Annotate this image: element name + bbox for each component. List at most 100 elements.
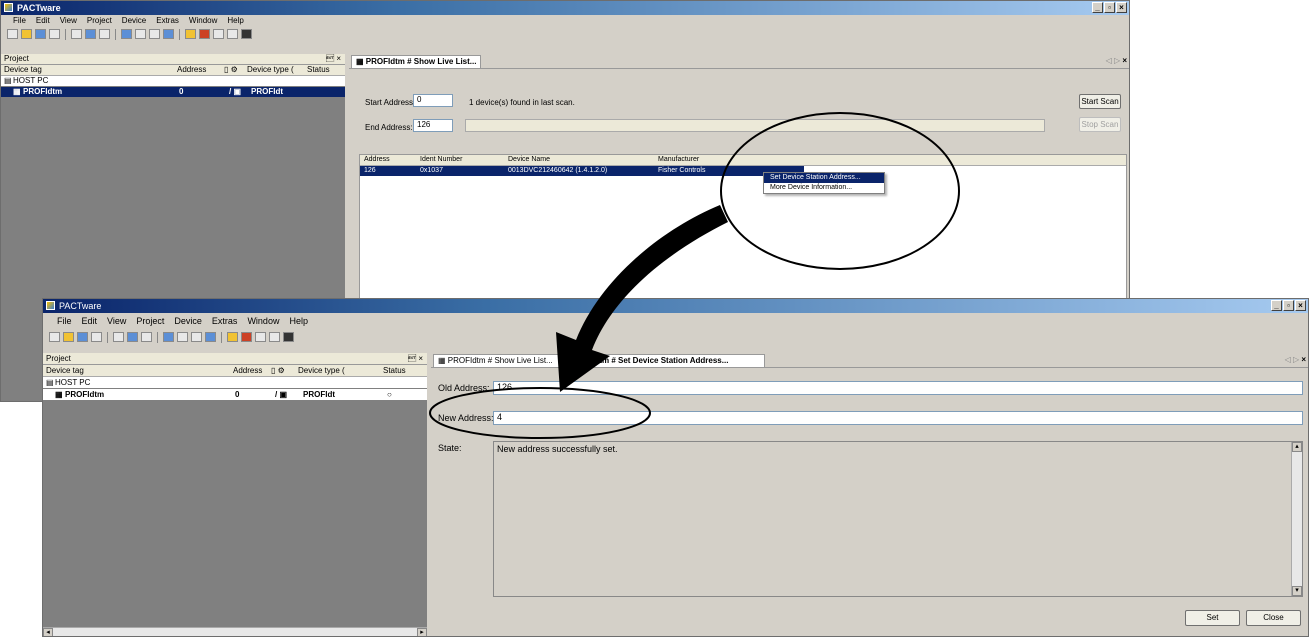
col-device-type[interactable]: Device type ( (247, 65, 294, 75)
print-icon[interactable] (49, 29, 60, 39)
menu-device[interactable]: Device (174, 315, 202, 327)
col-device-name[interactable]: Device Name (508, 155, 550, 165)
minimize-button[interactable]: _ (1271, 300, 1282, 311)
scroll-up-icon[interactable]: ▴ (1292, 442, 1302, 452)
close-button[interactable]: × (1116, 2, 1127, 13)
network-icon[interactable] (227, 29, 238, 39)
tab-set-device-station-address[interactable]: PROFIdtm # Set Device Station Address... (565, 354, 765, 367)
menu-project[interactable]: Project (87, 15, 112, 27)
open-folder-icon[interactable] (21, 29, 32, 39)
end-address-input[interactable]: 126 (413, 119, 453, 132)
parameter-icon[interactable] (163, 332, 174, 342)
device-remove-icon[interactable] (199, 29, 210, 39)
col-ident-number[interactable]: Ident Number (420, 155, 462, 165)
panel-pin-close-icon[interactable]:  × (326, 54, 341, 64)
menu-device[interactable]: Device (122, 15, 146, 27)
pactware-app-icon (4, 3, 13, 12)
col-status[interactable]: Status (307, 65, 330, 75)
open-folder-icon[interactable] (63, 332, 74, 342)
project-icon[interactable] (85, 29, 96, 39)
monitor-icon[interactable] (283, 332, 294, 342)
menu-item-set-device-station-address[interactable]: Set Device Station Address... (764, 173, 884, 183)
save-icon[interactable] (35, 29, 46, 39)
col-status[interactable]: Status (383, 365, 406, 376)
col-device-type[interactable]: Device type ( (298, 365, 345, 376)
tab-nav-arrows[interactable]: ◁ ▷ (1106, 56, 1121, 65)
minimize-button[interactable]: _ (1092, 2, 1103, 13)
tab-close-icon[interactable]: × (1122, 56, 1127, 65)
menu-view[interactable]: View (107, 315, 126, 327)
vertical-scrollbar[interactable]: ▴ ▾ (1291, 442, 1302, 596)
connect-icon[interactable] (141, 332, 152, 342)
save-icon[interactable] (77, 332, 88, 342)
restore-button[interactable]: ▫ (1283, 300, 1294, 311)
catalog-icon[interactable] (71, 29, 82, 39)
upload-icon[interactable] (205, 332, 216, 342)
col-address[interactable]: Address (177, 65, 206, 75)
set-button[interactable]: Set (1185, 610, 1240, 626)
new-icon[interactable] (49, 332, 60, 342)
menu-extras[interactable]: Extras (212, 315, 238, 327)
menu-file[interactable]: File (57, 315, 72, 327)
tab-nav-arrows[interactable]: ◁ ▷ (1285, 355, 1300, 364)
menu-item-more-device-information[interactable]: More Device Information... (764, 183, 884, 193)
device-add-icon[interactable] (185, 29, 196, 39)
old-address-input[interactable]: 126 (493, 381, 1303, 395)
menu-file[interactable]: File (13, 15, 26, 27)
scroll-left-icon[interactable]: ◂ (43, 628, 53, 636)
device-list-row[interactable]: 126 0x1037 0013DVC212460642 (1.4.1.2.0) … (360, 166, 804, 176)
device-remove-icon[interactable] (241, 332, 252, 342)
menu-window[interactable]: Window (247, 315, 279, 327)
new-address-input[interactable]: 4 (493, 411, 1303, 425)
close-dialog-button[interactable]: Close (1246, 610, 1301, 626)
menu-view[interactable]: View (60, 15, 77, 27)
parameter-icon[interactable] (121, 29, 132, 39)
menu-extras[interactable]: Extras (156, 15, 179, 27)
menu-edit[interactable]: Edit (82, 315, 98, 327)
tree-row-host-pc[interactable]: ▤ HOST PC (43, 377, 427, 388)
connect-icon[interactable] (99, 29, 110, 39)
new-icon[interactable] (7, 29, 18, 39)
upload-icon[interactable] (163, 29, 174, 39)
tree-row-host-pc[interactable]: ▤ HOST PC (1, 76, 345, 86)
scroll-down-icon[interactable]: ▾ (1292, 586, 1302, 596)
toolbar-separator (179, 28, 180, 40)
col-manufacturer[interactable]: Manufacturer (658, 155, 699, 165)
start-scan-button[interactable]: Start Scan (1079, 94, 1121, 109)
col-device-tag[interactable]: Device tag (4, 65, 42, 75)
topology-icon[interactable] (213, 29, 224, 39)
menu-help[interactable]: Help (289, 315, 308, 327)
topology-icon[interactable] (255, 332, 266, 342)
measured-value-icon[interactable] (191, 332, 202, 342)
col-address[interactable]: Address (364, 155, 390, 165)
tab-nav[interactable]: ◁ ▷ × (1106, 56, 1127, 65)
print-icon[interactable] (91, 332, 102, 342)
project-icon[interactable] (127, 332, 138, 342)
horizontal-scrollbar[interactable]: ◂ ▸ (43, 627, 427, 636)
scroll-right-icon[interactable]: ▸ (417, 628, 427, 636)
diagnosis-icon[interactable] (135, 29, 146, 39)
close-button[interactable]: × (1295, 300, 1306, 311)
stop-scan-button[interactable]: Stop Scan (1079, 117, 1121, 132)
col-address[interactable]: Address (233, 365, 262, 376)
monitor-icon[interactable] (241, 29, 252, 39)
tree-row-profidtm[interactable]: ▦ PROFIdtm 0 / ▣ PROFIdt (1, 87, 345, 97)
menu-window[interactable]: Window (189, 15, 217, 27)
menu-help[interactable]: Help (227, 15, 243, 27)
tree-row-profidtm[interactable]: ▦ PROFIdtm 0 / ▣ PROFIdt ○ (43, 389, 427, 400)
tab-nav[interactable]: ◁ ▷ × (1285, 355, 1306, 364)
menu-edit[interactable]: Edit (36, 15, 50, 27)
panel-pin-close-icon[interactable]:  × (408, 353, 423, 364)
menu-project[interactable]: Project (136, 315, 164, 327)
catalog-icon[interactable] (113, 332, 124, 342)
start-address-input[interactable]: 0 (413, 94, 453, 107)
device-add-icon[interactable] (227, 332, 238, 342)
tab-close-icon[interactable]: × (1301, 355, 1306, 364)
tab-show-live-list[interactable]: ▦ PROFIdtm # Show Live List... (351, 55, 481, 68)
tab-show-live-list[interactable]: ▦ PROFIdtm # Show Live List... (433, 354, 565, 367)
diagnosis-icon[interactable] (177, 332, 188, 342)
col-device-tag[interactable]: Device tag (46, 365, 84, 376)
network-icon[interactable] (269, 332, 280, 342)
measured-value-icon[interactable] (149, 29, 160, 39)
restore-button[interactable]: ▫ (1104, 2, 1115, 13)
